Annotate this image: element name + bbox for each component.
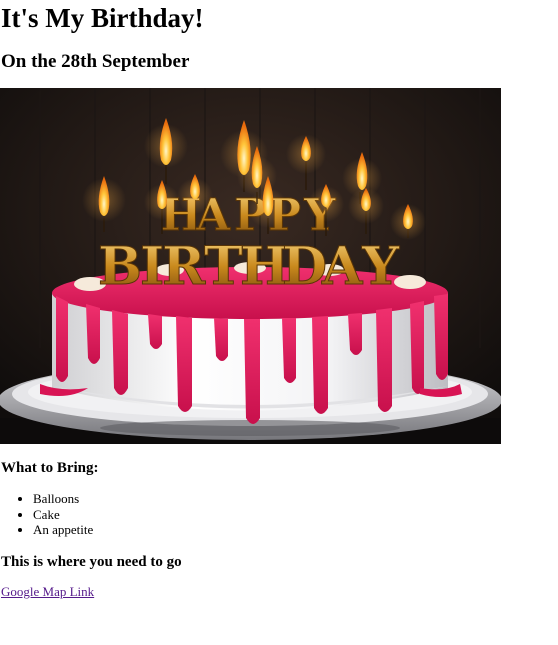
birthday-cake-image: H A P P Y B I R T H D A Y — [0, 88, 501, 444]
list-item: Balloons — [33, 491, 333, 507]
bring-list: Balloons Cake An appetite — [0, 491, 333, 538]
svg-text:D: D — [282, 236, 327, 297]
list-item: An appetite — [33, 522, 333, 538]
svg-text:A: A — [321, 236, 363, 297]
page-title: It's My Birthday! — [1, 3, 204, 33]
location-heading: This is where you need to go — [1, 554, 182, 570]
birthday-cake-illustration: H A P P Y B I R T H D A Y — [0, 88, 501, 444]
svg-text:Y: Y — [361, 236, 400, 297]
svg-text:T: T — [204, 236, 243, 297]
svg-text:B: B — [98, 236, 142, 297]
list-item: Cake — [33, 507, 333, 523]
page: It's My Birthday! On the 28th September — [0, 0, 558, 645]
svg-text:R: R — [162, 236, 206, 297]
svg-text:I: I — [140, 236, 164, 297]
page-subtitle: On the 28th September — [1, 51, 190, 72]
what-to-bring-heading: What to Bring: — [1, 460, 99, 476]
google-map-link[interactable]: Google Map Link — [1, 584, 94, 600]
